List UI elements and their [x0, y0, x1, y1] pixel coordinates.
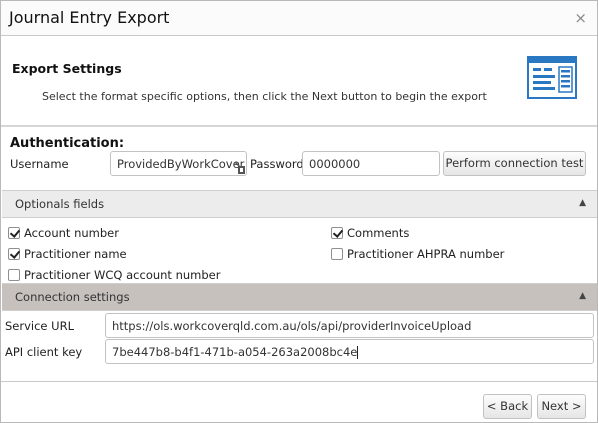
practitioner-ahpra-number-checkbox[interactable]: Practitioner AHPRA number — [331, 247, 504, 261]
comments-checkbox[interactable]: Comments — [331, 226, 409, 240]
optional-fields-header[interactable]: Optionals fields ▲ — [2, 190, 597, 218]
checkbox-label: Comments — [347, 226, 410, 240]
next-button[interactable]: Next > — [537, 394, 586, 419]
connection-settings-title: Connection settings — [15, 290, 130, 304]
page-title: Export Settings — [12, 61, 122, 76]
optional-fields-title: Optionals fields — [15, 197, 105, 211]
journal-entry-export-dialog: Journal Entry Export × Export Settings S… — [0, 0, 598, 423]
wizard-header: Export Settings Select the format specif… — [1, 37, 597, 125]
collapse-arrow-icon[interactable]: ▲ — [579, 198, 586, 208]
checkbox-unchecked-icon — [331, 248, 343, 260]
checkbox-label: Practitioner AHPRA number — [347, 247, 505, 261]
window-title: Journal Entry Export — [9, 8, 170, 27]
service-url-field[interactable]: https://ols.workcoverqld.com.au/ols/api/… — [105, 313, 594, 338]
export-settings-icon — [527, 56, 577, 99]
field-badge-icon — [234, 161, 245, 174]
checkbox-label: Practitioner name — [24, 247, 127, 261]
back-button[interactable]: < Back — [483, 394, 532, 419]
authentication-title: Authentication: — [10, 136, 125, 151]
practitioner-name-checkbox[interactable]: Practitioner name — [8, 247, 127, 261]
footer-divider — [1, 381, 597, 382]
connection-settings-header[interactable]: Connection settings ▲ — [2, 283, 597, 311]
title-bar: Journal Entry Export × — [1, 1, 597, 36]
checkbox-label: Practitioner WCQ account number — [24, 268, 221, 282]
username-label: Username — [10, 157, 69, 171]
perform-connection-test-button[interactable]: Perform connection test — [443, 151, 586, 176]
username-value: ProvidedByWorkCover — [117, 157, 245, 171]
password-value: 0000000 — [309, 157, 361, 171]
page-description: Select the format specific options, then… — [42, 90, 487, 103]
checkbox-checked-icon — [8, 248, 20, 260]
checkbox-label: Account number — [24, 226, 119, 240]
collapse-arrow-icon[interactable]: ▲ — [579, 291, 586, 301]
password-field[interactable]: 0000000 — [302, 151, 440, 176]
api-client-key-value: 7be447b8-b4f1-471b-a054-263a2008bc4e — [112, 345, 358, 359]
password-label: Password — [250, 157, 304, 171]
api-client-key-label: API client key — [5, 345, 83, 359]
username-field[interactable]: ProvidedByWorkCover — [110, 151, 247, 176]
service-url-label: Service URL — [5, 319, 74, 333]
checkbox-unchecked-icon — [8, 269, 20, 281]
service-url-value: https://ols.workcoverqld.com.au/ols/api/… — [112, 319, 472, 333]
close-icon[interactable]: × — [574, 9, 587, 27]
practitioner-wcq-account-number-checkbox[interactable]: Practitioner WCQ account number — [8, 268, 220, 282]
text-cursor — [357, 346, 359, 359]
api-client-key-field[interactable]: 7be447b8-b4f1-471b-a054-263a2008bc4e — [105, 339, 594, 364]
checkbox-checked-icon — [331, 227, 343, 239]
checkbox-checked-icon — [8, 227, 20, 239]
header-divider — [1, 125, 597, 127]
account-number-checkbox[interactable]: Account number — [8, 226, 119, 240]
